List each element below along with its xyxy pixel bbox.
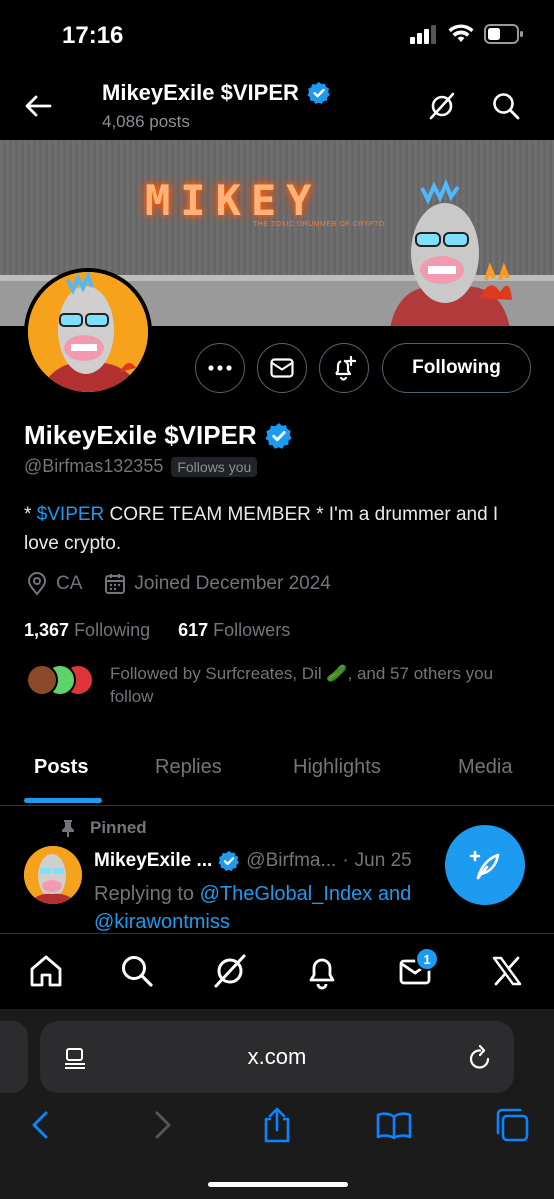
followers-count-link[interactable]: 617 Followers: [178, 620, 290, 641]
header-post-count: 4,086 posts: [102, 112, 190, 131]
url-text: x.com: [247, 1044, 307, 1069]
verified-badge-icon: [307, 82, 330, 104]
forward-chevron-icon[interactable]: [141, 1105, 181, 1145]
home-icon[interactable]: [27, 952, 65, 990]
post-separator-dot: ·: [342, 850, 349, 871]
follow-counts: 1,367 Following 617 Followers: [24, 620, 318, 641]
status-icons: [410, 24, 524, 44]
location-pin-icon: [27, 572, 47, 596]
bookmarks-book-icon[interactable]: [374, 1105, 414, 1145]
mutual-avatar: [26, 664, 58, 696]
following-button[interactable]: Following: [382, 343, 531, 393]
avatar-ape-image: [28, 272, 148, 392]
mail-icon: [270, 358, 294, 378]
profile-display-name: MikeyExile $VIPER: [24, 420, 293, 451]
pinned-label: Pinned: [90, 818, 147, 837]
banner-tagline: THE TOXIC DRUMMER OF CRYPTO: [253, 221, 385, 228]
profile-tabs: Posts Replies Highlights Media: [0, 740, 554, 806]
tab-highlights[interactable]: Highlights: [293, 756, 381, 779]
banner-ape-character: [390, 178, 512, 326]
messages-badge: 1: [415, 947, 439, 971]
profile-avatar[interactable]: [24, 268, 152, 396]
message-button[interactable]: [257, 343, 307, 393]
joined-item: Joined December 2024: [104, 573, 331, 595]
status-bar: 17:16: [0, 0, 554, 72]
followers-count: 617: [178, 620, 209, 640]
post-header: MikeyExile ... @Birfma... · Jun 25: [94, 850, 412, 872]
profile-header: MikeyExile $VIPER 4,086 posts: [0, 72, 554, 140]
tab-posts[interactable]: Posts: [34, 756, 88, 779]
header-name: MikeyExile $VIPER: [102, 80, 299, 105]
banner-logo: MIKEY THE TOXIC DRUMMER OF CRYPTO: [145, 176, 385, 228]
post-date: Jun 25: [354, 850, 412, 871]
bell-plus-icon: [335, 355, 357, 381]
reload-icon[interactable]: [468, 1045, 492, 1071]
tab-media[interactable]: Media: [458, 756, 512, 779]
profile-bio: * $VIPER CORE TEAM MEMBER * I'm a drumme…: [24, 500, 534, 558]
followed-by-text: Followed by Surfcreates, Dil 🥒, and 57 o…: [110, 664, 494, 706]
following-count-link[interactable]: 1,367 Following: [24, 620, 150, 641]
post-author-handle: @Birfma...: [246, 850, 337, 871]
status-time: 17:16: [62, 22, 124, 49]
followed-by-section[interactable]: Followed by Surfcreates, Dil 🥒, and 57 o…: [26, 662, 536, 706]
replying-prefix: Replying to: [94, 883, 200, 905]
location-item: CA: [26, 572, 82, 596]
header-title: MikeyExile $VIPER: [102, 80, 331, 106]
wifi-icon: [448, 24, 474, 42]
notifications-subscribe-button[interactable]: [319, 343, 369, 393]
following-count: 1,367: [24, 620, 70, 640]
tabs-overview-icon[interactable]: [492, 1105, 532, 1145]
search-icon[interactable]: [490, 90, 522, 122]
handle-row: @Birfmas132355 Follows you: [24, 456, 258, 477]
joined-text: Joined December 2024: [134, 573, 331, 594]
active-tab-indicator: [24, 798, 102, 803]
profile-meta: CA Joined December 2024: [26, 572, 353, 596]
reply-mention-1[interactable]: @TheGlobal_Index: [200, 883, 373, 905]
compose-feather-icon: [469, 850, 500, 880]
share-icon[interactable]: [257, 1105, 297, 1145]
signal-icon: [410, 25, 436, 44]
followers-label: Followers: [213, 620, 291, 640]
search-icon[interactable]: [118, 952, 156, 990]
grok-icon[interactable]: [211, 952, 249, 990]
reply-and: and: [372, 883, 412, 905]
previous-tab-preview[interactable]: [0, 1021, 28, 1093]
x-logo-icon[interactable]: [488, 952, 526, 990]
post-author-name[interactable]: MikeyExile ...: [94, 850, 212, 872]
profile-name-text: MikeyExile $VIPER: [24, 420, 257, 450]
battery-icon: [484, 24, 523, 44]
address-bar[interactable]: x.com: [40, 1021, 514, 1093]
compose-post-button[interactable]: [445, 825, 525, 905]
post-author-avatar[interactable]: [24, 846, 82, 904]
bio-cashtag-link[interactable]: $VIPER: [37, 504, 105, 525]
more-options-button[interactable]: [195, 343, 245, 393]
browser-chrome: x.com: [0, 1009, 554, 1199]
more-dots-icon: [208, 365, 232, 371]
notifications-bell-icon[interactable]: [303, 952, 341, 990]
post-avatar-image: [24, 846, 82, 904]
bottom-navigation: 1: [0, 933, 554, 1009]
grok-icon[interactable]: [426, 90, 458, 122]
home-indicator: [208, 1182, 348, 1187]
profile-handle: @Birfmas132355: [24, 456, 164, 476]
verified-badge-icon: [265, 422, 292, 449]
following-label: Following: [74, 620, 151, 640]
pinned-indicator: Pinned: [60, 818, 147, 838]
replying-to: Replying to @TheGlobal_Index and @kirawo…: [94, 880, 454, 936]
reply-mention-2[interactable]: @kirawontmiss: [94, 911, 230, 933]
verified-badge-icon: [218, 850, 240, 871]
calendar-icon: [105, 574, 126, 594]
mutual-avatars: [26, 664, 96, 698]
bio-prefix: *: [24, 504, 37, 525]
browser-toolbar: [0, 1099, 554, 1159]
pin-icon: [62, 820, 74, 837]
banner-logo-text: MIKEY: [145, 176, 322, 225]
location-text: CA: [56, 573, 83, 594]
back-chevron-icon[interactable]: [22, 1105, 62, 1145]
follows-you-badge: Follows you: [171, 456, 258, 477]
back-arrow-icon[interactable]: [22, 90, 54, 122]
tab-replies[interactable]: Replies: [155, 756, 222, 779]
